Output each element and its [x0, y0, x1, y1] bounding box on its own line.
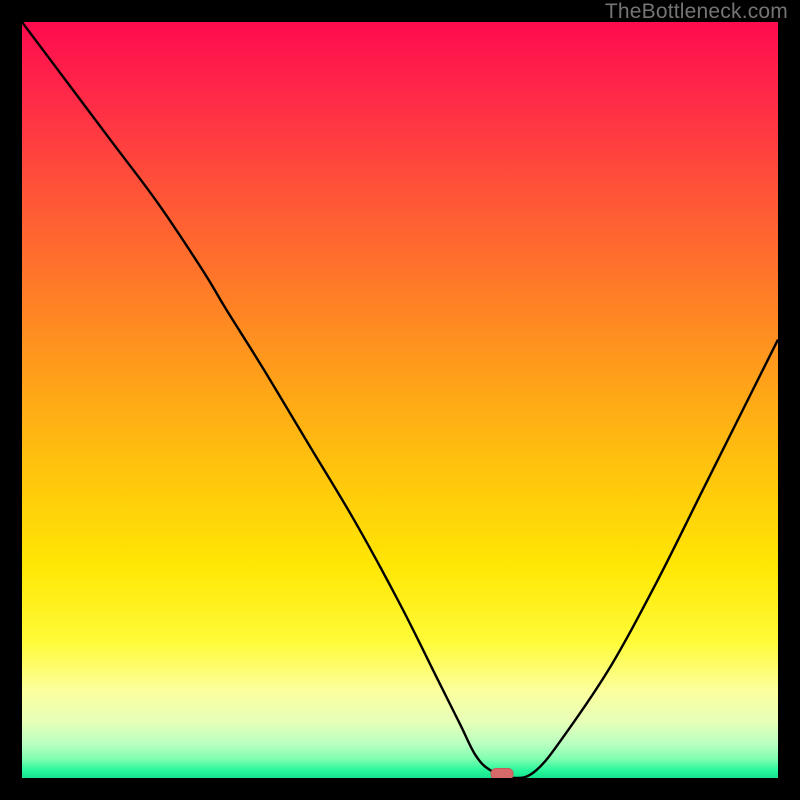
optimum-marker	[491, 769, 513, 779]
gradient-background	[22, 22, 778, 778]
bottleneck-chart	[22, 22, 778, 778]
watermark-text: TheBottleneck.com	[605, 0, 788, 24]
plot-area	[22, 22, 778, 778]
chart-frame: TheBottleneck.com	[0, 0, 800, 800]
